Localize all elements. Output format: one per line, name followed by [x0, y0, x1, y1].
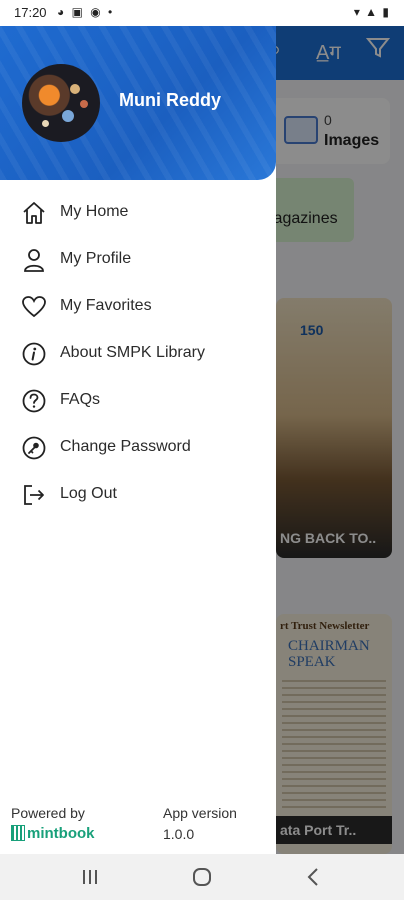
status-bar: 17:20 ◕ ▣ ◉ • ▾ ▲ ▮: [0, 0, 404, 26]
question-icon: [21, 388, 47, 414]
planet-graphic: [42, 120, 49, 127]
drawer-menu: My Home My Profile My Favorites About SM…: [0, 192, 276, 521]
notification-icons: ◕ ▣ ◉ •: [57, 5, 115, 19]
mintbook-logo: mintbook: [11, 824, 95, 842]
info-icon: [21, 341, 47, 367]
menu-item-faqs[interactable]: FAQs: [0, 380, 276, 427]
home-nav-icon[interactable]: [190, 866, 214, 888]
app-version-value: 1.0.0: [163, 826, 195, 842]
home-icon: [21, 200, 47, 226]
user-name: Muni Reddy: [119, 90, 221, 110]
system-status-icons: ▾ ▲ ▮: [353, 5, 390, 19]
planet-graphic: [62, 110, 74, 122]
mintbook-logo-icon: [11, 825, 25, 841]
logout-icon: [21, 482, 47, 508]
drawer-header: Muni Reddy: [0, 26, 276, 180]
menu-label: Change Password: [60, 438, 191, 455]
menu-label: My Home: [60, 203, 129, 220]
planet-graphic: [70, 84, 80, 94]
menu-item-my-profile[interactable]: My Profile: [0, 239, 276, 286]
planet-graphic: [80, 100, 88, 108]
heart-icon: [21, 294, 47, 320]
key-icon: [21, 435, 47, 461]
menu-label: FAQs: [60, 391, 101, 408]
back-icon[interactable]: [302, 866, 326, 888]
menu-label: Log Out: [60, 485, 117, 502]
powered-by-label: Powered by: [11, 805, 85, 821]
menu-item-about[interactable]: About SMPK Library: [0, 333, 276, 380]
recents-icon[interactable]: [78, 866, 102, 888]
mintbook-logo-text: mintbook: [27, 824, 95, 842]
status-time: 17:20: [14, 5, 47, 20]
person-icon: [21, 247, 47, 273]
system-nav-bar: [0, 854, 404, 900]
menu-item-my-home[interactable]: My Home: [0, 192, 276, 239]
menu-label: My Profile: [60, 250, 132, 267]
menu-label: My Favorites: [60, 297, 152, 314]
menu-item-my-favorites[interactable]: My Favorites: [0, 286, 276, 333]
menu-item-log-out[interactable]: Log Out: [0, 474, 276, 521]
menu-item-change-password[interactable]: Change Password: [0, 427, 276, 474]
avatar[interactable]: [22, 64, 100, 142]
menu-label: About SMPK Library: [60, 344, 205, 361]
app-version-label: App version: [163, 805, 237, 821]
navigation-drawer: Muni Reddy My Home My Profile My Favorit…: [0, 26, 276, 854]
